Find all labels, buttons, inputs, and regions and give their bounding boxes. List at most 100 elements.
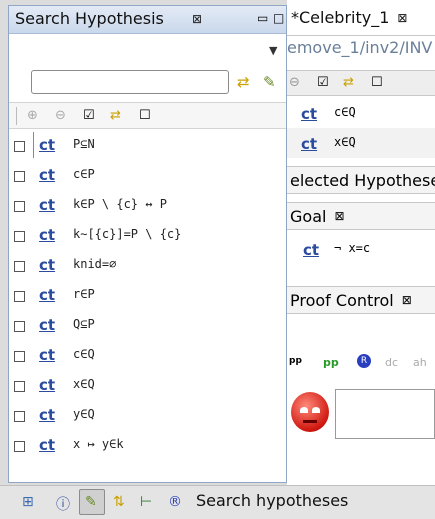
rodin-icon[interactable]: ® [168,494,182,510]
search-hyp-icon: ✎ [85,494,97,510]
predicate: Q⊆P [73,317,95,331]
ct-link[interactable]: ct [39,406,55,424]
proof-editor: *Celebrity_1 ⊠ emove_1/inv2/INV ⊖ ☑ ⇄ ☐ … [287,0,435,485]
predicate: c∈Q [73,347,95,361]
bottom-toolbar: ⊞ ⓘ ✎ ⇅ ⊢ ® Search hypotheses [0,485,435,519]
view-menu-icon[interactable]: ▼ [269,44,277,57]
ct-link[interactable]: ct [39,226,55,244]
goal-title: Goal [290,206,327,226]
table-row: ct knid=∅ [9,250,286,280]
ct-link[interactable]: ct [39,196,55,214]
select-none-icon[interactable]: ☐ [139,108,151,123]
search-hypothesis-view: Search Hypothesis ⊠ ▭ □ ▼ ⇄ ✎ ⊕ ⊖ ☑ ⇄ ☐ … [8,5,287,483]
ct-link[interactable]: ct [39,316,55,334]
row-checkbox[interactable] [14,201,25,212]
close-icon[interactable]: ⊠ [397,11,407,25]
toolbar-separator [16,107,17,125]
new-hypothesis-icon[interactable]: ⊞ [22,494,34,510]
proof-tree-icon[interactable]: ⊢ [140,494,152,510]
add-icon[interactable]: ⊕ [27,108,38,123]
hypothesis-toolbar: ⊕ ⊖ ☑ ⇄ ☐ [9,102,286,129]
predicate: knid=∅ [73,257,117,271]
close-icon[interactable]: ⊠ [334,209,344,223]
pp-green-button[interactable]: pp [323,356,339,369]
table-row: ct k∼[{c}]=P \ {c} [9,220,286,250]
row-checkbox[interactable] [14,291,25,302]
ct-link[interactable]: ct [39,256,55,274]
ct-link[interactable]: ct [301,105,317,123]
goal-predicate: ¬ x=c [334,241,371,255]
list-item: ct x∈Q [287,128,435,158]
ct-link[interactable]: ct [39,286,55,304]
ct-link[interactable]: ct [39,166,55,184]
focus-marker [33,132,34,158]
inverse-selection-icon[interactable]: ⇄ [110,108,121,123]
ct-link[interactable]: ct [301,135,317,153]
predicate: x ↦ y∈k [73,437,124,451]
ah-button[interactable]: ah [413,356,427,369]
table-row: ct c∈P [9,160,286,190]
table-row: ct Q⊆P [9,310,286,340]
search-refresh-icon[interactable]: ⇄ [237,73,250,91]
predicate: y∈Q [73,407,95,421]
pp-dropdown[interactable]: pp [289,356,302,366]
list-item: ct c∈Q [287,98,435,128]
row-checkbox[interactable] [14,411,25,422]
selected-hypotheses-header[interactable]: elected Hypotheses [287,166,435,194]
maximize-icon[interactable]: □ [273,11,284,25]
close-icon[interactable]: ⊠ [192,12,202,26]
dc-button[interactable]: dc [385,356,398,369]
proof-input-box[interactable] [335,389,435,439]
minimize-icon[interactable]: ▭ [257,11,268,25]
search-input[interactable] [31,70,229,94]
cache-icon[interactable]: ⇅ [113,494,125,510]
ct-link[interactable]: ct [39,376,55,394]
select-none-icon[interactable]: ☐ [371,75,383,90]
proof-status-face-icon [291,392,329,432]
row-checkbox[interactable] [14,141,25,152]
row-checkbox[interactable] [14,351,25,362]
row-checkbox[interactable] [14,321,25,332]
goal-tab[interactable]: Goal ⊠ [287,202,435,230]
search-edit-icon[interactable]: ✎ [263,73,276,91]
face-eye [300,407,308,413]
close-icon[interactable]: ⊠ [402,293,412,307]
proof-control-title: Proof Control [290,290,394,310]
editor-toolbar: ⊖ ☑ ⇄ ☐ [287,70,435,96]
predicate: r∈P [73,287,95,301]
info-icon[interactable]: ⓘ [56,494,70,514]
checkbox-icon[interactable]: ☑ [317,75,329,90]
table-row: ct x ↦ y∈k [9,430,286,460]
active-view-label: Search hypotheses [196,491,349,510]
workbench: *Celebrity_1 ⊠ emove_1/inv2/INV ⊖ ☑ ⇄ ☐ … [0,0,435,519]
predicate: c∈P [73,167,95,181]
row-checkbox[interactable] [14,441,25,452]
row-checkbox[interactable] [14,261,25,272]
row-checkbox[interactable] [14,381,25,392]
predicate: x∈Q [334,135,356,149]
editor-tab[interactable]: *Celebrity_1 ⊠ [287,0,435,36]
remove-icon[interactable]: ⊖ [289,75,300,90]
predicate: k∈P \ {c} ↔ P [73,197,167,211]
view-title[interactable]: Search Hypothesis [15,9,164,28]
face-mouth [303,420,317,423]
ct-link[interactable]: ct [39,436,55,454]
row-checkbox[interactable] [14,231,25,242]
editor-path: emove_1/inv2/INV [287,38,433,57]
selected-hypotheses-title: elected Hypotheses [290,170,435,190]
ct-link[interactable]: ct [39,136,55,154]
table-row: ct c∈Q [9,340,286,370]
inverse-selection-icon[interactable]: ⇄ [343,75,354,90]
row-checkbox[interactable] [14,171,25,182]
proof-control-toolbar: pp pp R dc ah [287,353,435,377]
r-button[interactable]: R [357,354,371,368]
proof-control-tab[interactable]: Proof Control ⊠ [287,286,435,314]
table-row: ct x∈Q [9,370,286,400]
ct-link[interactable]: ct [39,346,55,364]
remove-icon[interactable]: ⊖ [55,108,66,123]
ct-link[interactable]: ct [303,241,319,259]
predicate: c∈Q [334,105,356,119]
predicate: P⊆N [73,137,95,151]
editor-tab-title: *Celebrity_1 [291,8,390,27]
select-all-icon[interactable]: ☑ [83,108,95,123]
